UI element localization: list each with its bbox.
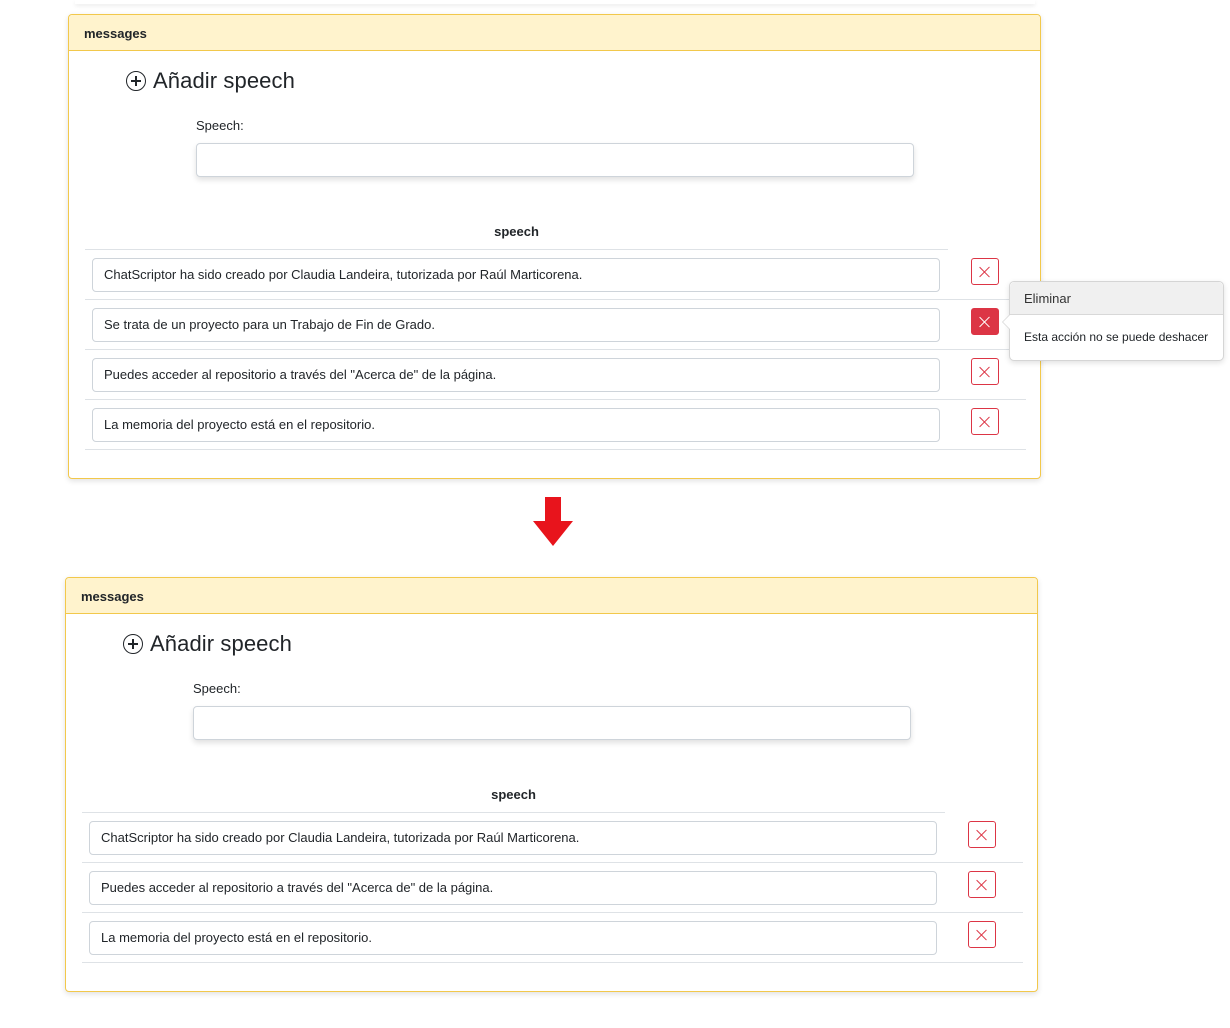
close-icon: [979, 316, 991, 328]
close-icon: [976, 879, 988, 891]
column-header-speech: speech: [494, 224, 539, 239]
column-header-speech: speech: [491, 787, 536, 802]
card-header: messages: [69, 15, 1040, 51]
speech-label: Speech:: [193, 681, 241, 696]
delete-button[interactable]: [968, 871, 996, 898]
speech-input[interactable]: [193, 706, 911, 740]
speech-text-field[interactable]: Puedes acceder al repositorio a través d…: [92, 358, 940, 392]
table-row: ChatScriptor ha sido creado por Claudia …: [82, 813, 1023, 863]
speech-text-field[interactable]: ChatScriptor ha sido creado por Claudia …: [92, 258, 940, 292]
delete-button[interactable]: [971, 358, 999, 385]
table-row: Puedes acceder al repositorio a través d…: [82, 863, 1023, 913]
close-icon: [976, 829, 988, 841]
add-speech-heading: Añadir speech: [123, 631, 292, 657]
table-row: La memoria del proyecto está en el repos…: [82, 913, 1023, 963]
plus-circle-icon: [123, 634, 143, 654]
close-icon: [979, 266, 991, 278]
close-icon: [979, 366, 991, 378]
popover-title: Eliminar: [1010, 282, 1223, 315]
table-row: ChatScriptor ha sido creado por Claudia …: [85, 250, 1026, 300]
speech-text-field[interactable]: Puedes acceder al repositorio a través d…: [89, 871, 937, 905]
speech-text-field[interactable]: ChatScriptor ha sido creado por Claudia …: [89, 821, 937, 855]
speech-input[interactable]: [196, 143, 914, 177]
plus-circle-icon: [126, 71, 146, 91]
delete-confirm-popover: Eliminar Esta acción no se puede deshace…: [1002, 281, 1224, 361]
messages-card-before: messages Añadir speech Speech: speech Ch…: [68, 14, 1041, 479]
table-row: La memoria del proyecto está en el repos…: [85, 400, 1026, 450]
previous-card-edge: [75, 0, 1035, 4]
speech-text-field[interactable]: Se trata de un proyecto para un Trabajo …: [92, 308, 940, 342]
popover-arrow: [1002, 314, 1010, 330]
speech-text-field[interactable]: La memoria del proyecto está en el repos…: [89, 921, 937, 955]
speech-label: Speech:: [196, 118, 244, 133]
close-icon: [979, 416, 991, 428]
messages-card-after: messages Añadir speech Speech: speech Ch…: [65, 577, 1038, 992]
delete-button[interactable]: [971, 258, 999, 285]
add-speech-title: Añadir speech: [150, 631, 292, 656]
delete-button[interactable]: [968, 821, 996, 848]
table-row: Se trata de un proyecto para un Trabajo …: [85, 300, 1026, 350]
close-icon: [976, 929, 988, 941]
delete-button[interactable]: [968, 921, 996, 948]
table-row: Puedes acceder al repositorio a través d…: [85, 350, 1026, 400]
arrow-down-icon: [533, 497, 573, 546]
delete-button[interactable]: [971, 408, 999, 435]
card-header: messages: [66, 578, 1037, 614]
add-speech-title: Añadir speech: [153, 68, 295, 93]
popover-body: Esta acción no se puede deshacer: [1024, 330, 1209, 344]
delete-button-hovered[interactable]: [971, 308, 999, 335]
add-speech-heading: Añadir speech: [126, 68, 295, 94]
speech-text-field[interactable]: La memoria del proyecto está en el repos…: [92, 408, 940, 442]
